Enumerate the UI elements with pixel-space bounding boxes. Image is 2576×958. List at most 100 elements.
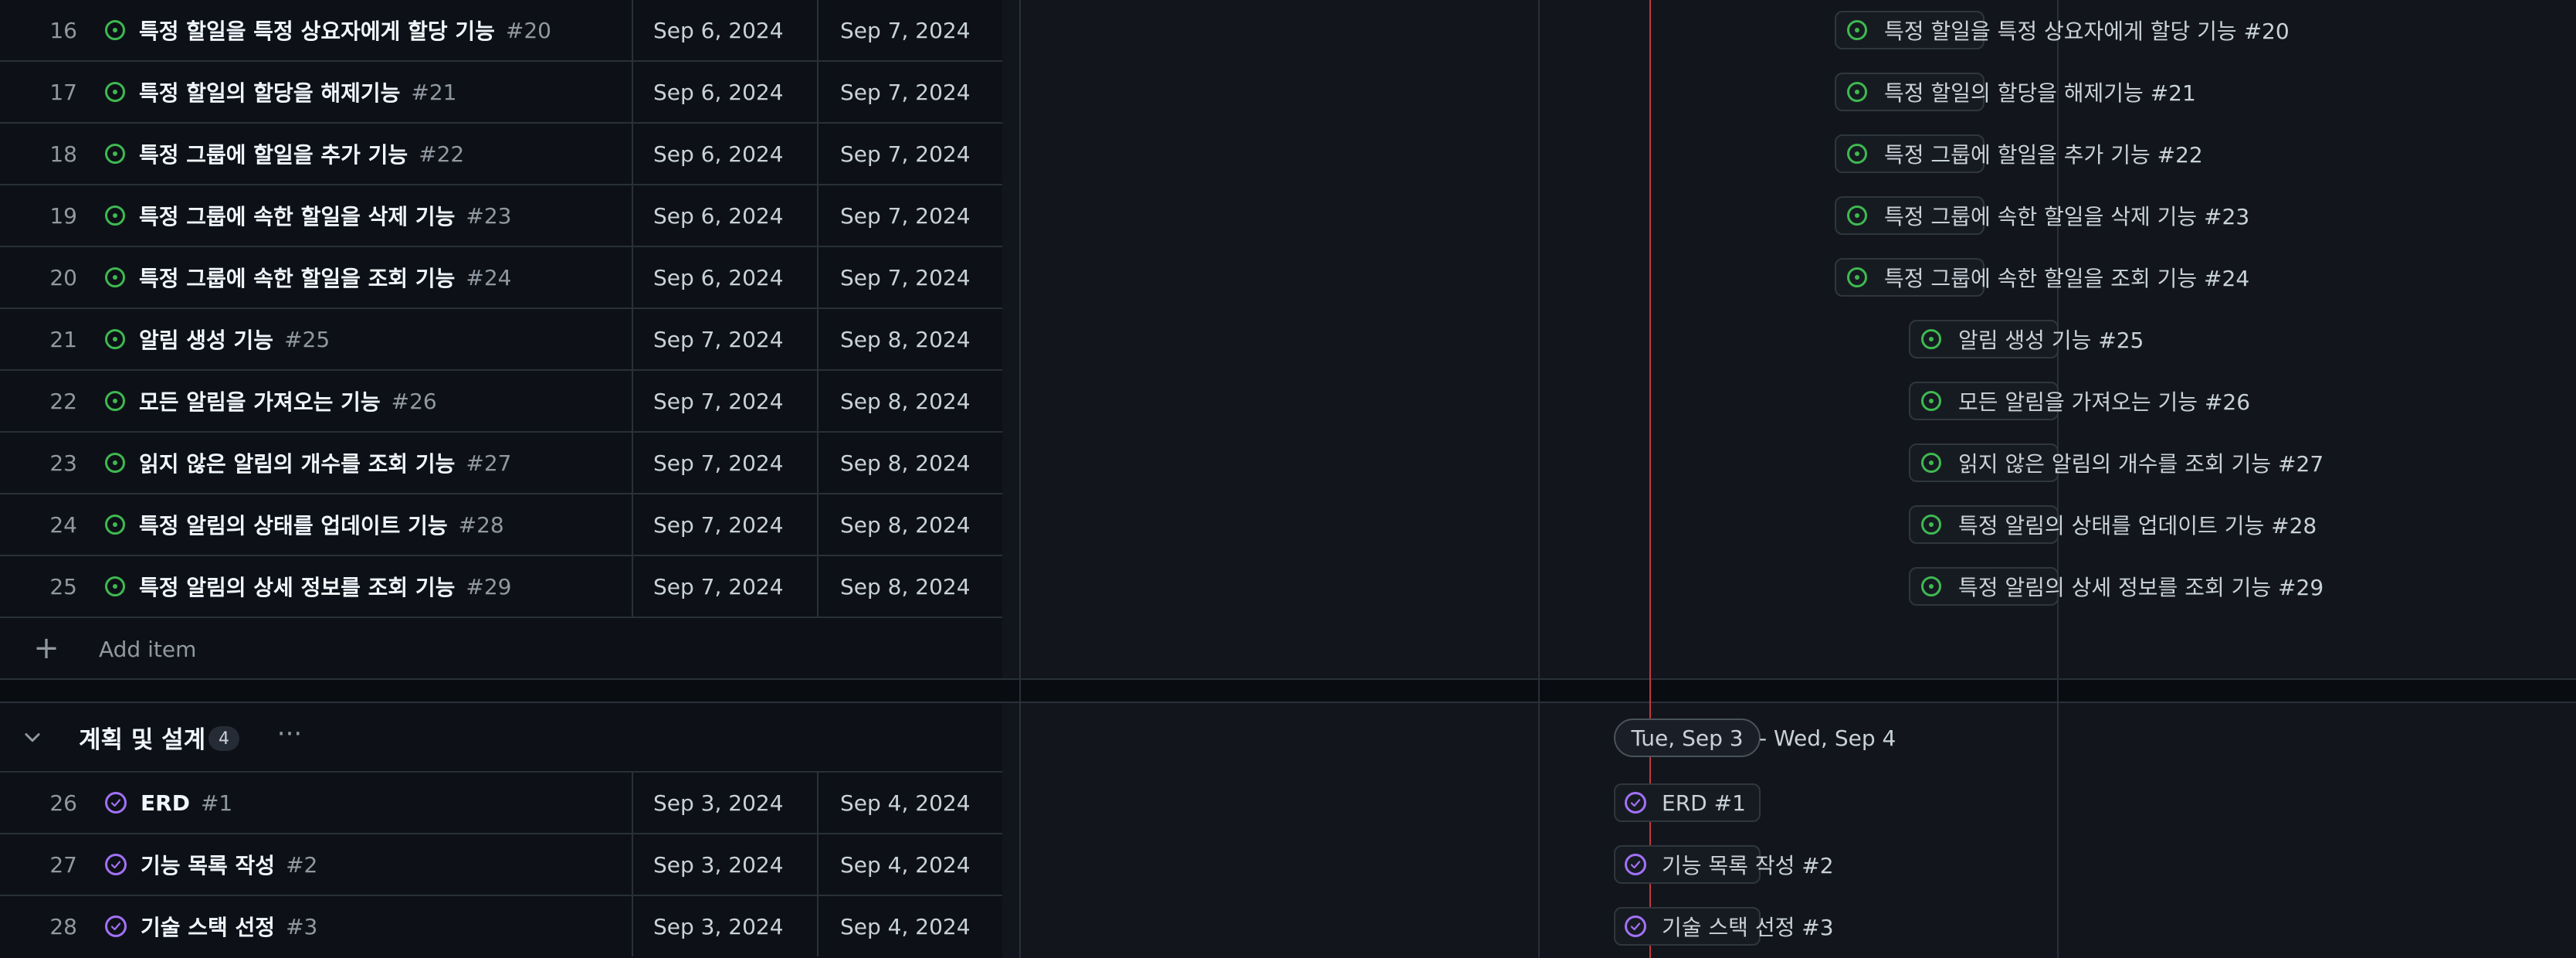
end-date[interactable]: Sep 8, 2024 [820,494,1002,555]
add-item-button[interactable]: Add item [99,618,196,680]
item-title[interactable]: 기능 목록 작성 [141,849,275,880]
item-title-cell[interactable]: 기술 스택 선정 #3 [105,896,633,956]
end-date[interactable]: Sep 4, 2024 [820,896,1002,956]
timeline-panel[interactable] [1002,0,2576,958]
open-issue-icon [105,576,125,596]
end-date[interactable]: Sep 7, 2024 [820,124,1002,184]
item-title[interactable]: 특정 알림의 상태를 업데이트 기능 [139,509,448,540]
timeline-bar-label[interactable]: 알림 생성 기능 #25 [1958,320,2144,358]
row-number: 25 [49,573,77,600]
table-row[interactable]: 17 특정 할일의 할당을 해제기능 #21 Sep 6, 2024 Sep 7… [0,62,1002,124]
table-row[interactable]: 24 특정 알림의 상태를 업데이트 기능 #28 Sep 7, 2024 Se… [0,494,1002,556]
end-date[interactable]: Sep 7, 2024 [820,185,1002,246]
group-header[interactable]: 계획 및 설계 4 ··· [0,703,1002,773]
start-date[interactable]: Sep 3, 2024 [633,896,819,956]
table-row[interactable]: 20 특정 그룹에 속한 할일을 조회 기능 #24 Sep 6, 2024 S… [0,247,1002,309]
table-row[interactable]: 23 읽지 않은 알림의 개수를 조회 기능 #27 Sep 7, 2024 S… [0,433,1002,494]
item-title[interactable]: 특정 그룹에 할일을 추가 기능 [139,138,408,169]
start-date[interactable]: Sep 7, 2024 [633,433,819,493]
start-date[interactable]: Sep 6, 2024 [633,0,819,60]
item-title[interactable]: 알림 생성 기능 [139,324,273,355]
item-title-cell[interactable]: 특정 그룹에 할일을 추가 기능 #22 [105,124,633,184]
issue-number: #24 [466,264,512,290]
start-date[interactable]: Sep 7, 2024 [633,309,819,369]
item-title-cell[interactable]: 알림 생성 기능 #25 [105,309,633,369]
start-date[interactable]: Sep 7, 2024 [633,371,819,431]
end-date[interactable]: Sep 4, 2024 [820,834,1002,895]
open-issue-icon [1921,443,1941,482]
row-number: 27 [49,851,77,878]
table-row[interactable]: 21 알림 생성 기능 #25 Sep 7, 2024 Sep 8, 2024 [0,309,1002,371]
end-date[interactable]: Sep 7, 2024 [820,247,1002,307]
timeline-gridline [1538,0,1540,958]
group-date-range-start[interactable]: Tue, Sep 3 [1614,718,1761,757]
item-title-cell[interactable]: 특정 알림의 상태를 업데이트 기능 #28 [105,494,633,555]
timeline-bar-label[interactable]: 특정 할일을 특정 상요자에게 할당 기능 #20 [1884,11,2290,49]
item-title-cell[interactable]: 특정 할일의 할당을 해제기능 #21 [105,62,633,122]
table-row[interactable]: 19 특정 그룹에 속한 할일을 삭제 기능 #23 Sep 6, 2024 S… [0,185,1002,247]
start-date[interactable]: Sep 6, 2024 [633,124,819,184]
end-date[interactable]: Sep 7, 2024 [820,0,1002,60]
end-date[interactable]: Sep 8, 2024 [820,556,1002,617]
row-number: 17 [49,79,77,105]
table-row[interactable]: 16 특정 할일을 특정 상요자에게 할당 기능 #20 Sep 6, 2024… [0,0,1002,62]
timeline-bar-label[interactable]: 기능 목록 작성 #2 [1662,845,1834,884]
timeline-bar-label[interactable]: 특정 그룹에 속한 할일을 삭제 기능 #23 [1884,196,2249,235]
timeline-bar-label[interactable]: 읽지 않은 알림의 개수를 조회 기능 #27 [1958,443,2323,482]
section-divider [0,678,2576,703]
item-title-cell[interactable]: ERD #1 [105,773,633,833]
end-date[interactable]: Sep 8, 2024 [820,309,1002,369]
start-date[interactable]: Sep 7, 2024 [633,556,819,617]
end-date[interactable]: Sep 8, 2024 [820,433,1002,493]
more-options-icon[interactable]: ··· [270,721,309,751]
timeline-bar-label[interactable]: 특정 할일의 할당을 해제기능 #21 [1884,73,2196,111]
end-date[interactable]: Sep 7, 2024 [820,62,1002,122]
item-title-cell[interactable]: 기능 목록 작성 #2 [105,834,633,895]
item-title[interactable]: 특정 할일을 특정 상요자에게 할당 기능 [139,15,495,46]
chevron-down-icon[interactable] [22,726,43,748]
item-title[interactable]: 특정 그룹에 속한 할일을 조회 기능 [139,262,455,293]
start-date[interactable]: Sep 6, 2024 [633,185,819,246]
add-icon[interactable]: + [31,629,62,668]
start-date[interactable]: Sep 3, 2024 [633,773,819,833]
timeline-bar-label[interactable]: 모든 알림을 가져오는 기능 #26 [1958,382,2250,420]
item-title[interactable]: 특정 알림의 상세 정보를 조회 기능 [139,571,455,602]
item-title-cell[interactable]: 모든 알림을 가져오는 기능 #26 [105,371,633,431]
item-title[interactable]: 모든 알림을 가져오는 기능 [139,386,381,416]
add-item-row[interactable]: + Add item [0,618,1002,680]
timeline-bar-label[interactable]: 특정 알림의 상태를 업데이트 기능 #28 [1958,505,2317,544]
table-row[interactable]: 26 ERD #1 Sep 3, 2024 Sep 4, 2024 [0,773,1002,834]
start-date[interactable]: Sep 7, 2024 [633,494,819,555]
item-title[interactable]: ERD [141,790,190,816]
start-date[interactable]: Sep 3, 2024 [633,834,819,895]
item-title-cell[interactable]: 읽지 않은 알림의 개수를 조회 기능 #27 [105,433,633,493]
item-title[interactable]: 특정 그룹에 속한 할일을 삭제 기능 [139,200,455,231]
table-row[interactable]: 25 특정 알림의 상세 정보를 조회 기능 #29 Sep 7, 2024 S… [0,556,1002,618]
timeline-bar-label[interactable]: 기술 스택 선정 #3 [1662,907,1834,946]
issue-number: #28 [458,511,504,538]
closed-issue-icon [1625,907,1646,946]
item-title[interactable]: 기술 스택 선정 [141,911,275,942]
timeline-bar-label[interactable]: 특정 그룹에 할일을 추가 기능 #22 [1884,134,2203,173]
table-row[interactable]: 28 기술 스택 선정 #3 Sep 3, 2024 Sep 4, 2024 [0,896,1002,958]
table-row[interactable]: 22 모든 알림을 가져오는 기능 #26 Sep 7, 2024 Sep 8,… [0,371,1002,433]
start-date[interactable]: Sep 6, 2024 [633,62,819,122]
end-date[interactable]: Sep 4, 2024 [820,773,1002,833]
open-issue-icon [1921,505,1941,544]
item-title-cell[interactable]: 특정 알림의 상세 정보를 조회 기능 #29 [105,556,633,617]
timeline-bar-label[interactable]: ERD #1 [1662,783,1746,822]
group-title: 계획 및 설계 [79,725,206,754]
item-title-cell[interactable]: 특정 할일을 특정 상요자에게 할당 기능 #20 [105,0,633,60]
table-row[interactable]: 27 기능 목록 작성 #2 Sep 3, 2024 Sep 4, 2024 [0,834,1002,896]
end-date[interactable]: Sep 8, 2024 [820,371,1002,431]
start-date[interactable]: Sep 6, 2024 [633,247,819,307]
item-title[interactable]: 특정 할일의 할당을 해제기능 [139,76,400,107]
closed-issue-icon [1625,783,1646,822]
item-title-cell[interactable]: 특정 그룹에 속한 할일을 삭제 기능 #23 [105,185,633,246]
item-title-cell[interactable]: 특정 그룹에 속한 할일을 조회 기능 #24 [105,247,633,307]
timeline-bar-label[interactable]: 특정 알림의 상세 정보를 조회 기능 #29 [1958,567,2323,606]
table-row[interactable]: 18 특정 그룹에 할일을 추가 기능 #22 Sep 6, 2024 Sep … [0,124,1002,185]
issue-number: #21 [411,79,457,105]
timeline-bar-label[interactable]: 특정 그룹에 속한 할일을 조회 기능 #24 [1884,258,2249,297]
item-title[interactable]: 읽지 않은 알림의 개수를 조회 기능 [139,447,455,478]
